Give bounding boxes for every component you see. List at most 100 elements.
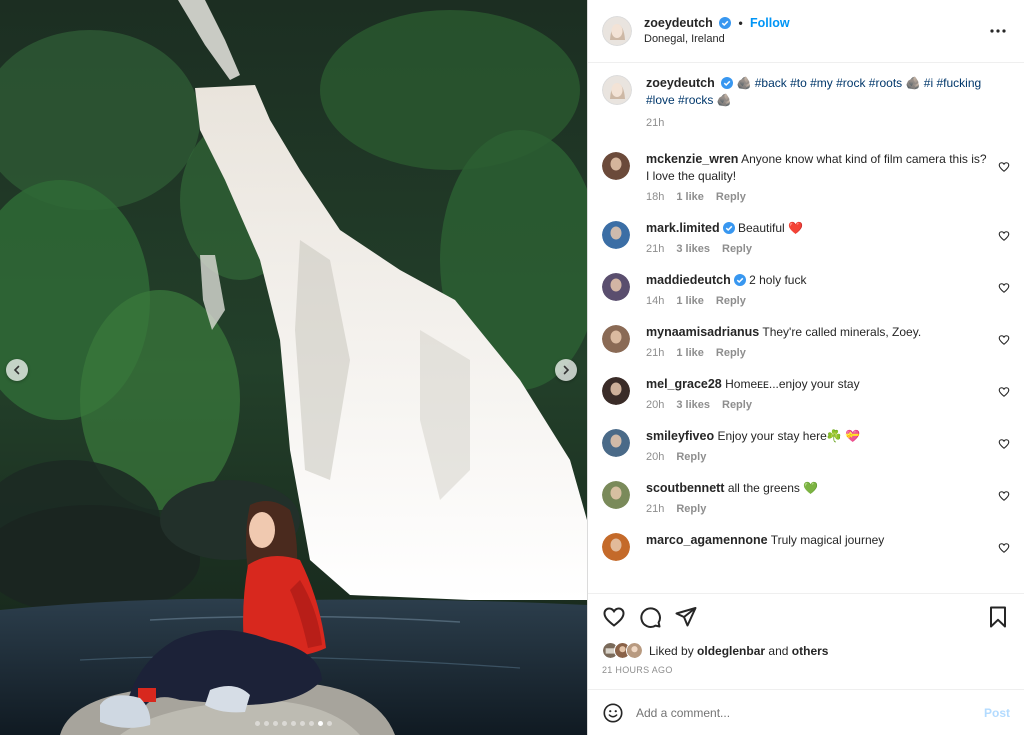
liker-username[interactable]: oldeglenbar [697, 644, 765, 658]
like-comment-heart-icon[interactable] [998, 282, 1010, 294]
comment-icon[interactable] [638, 605, 662, 629]
comment-likes[interactable]: 3 likes [676, 243, 710, 255]
verified-icon [722, 222, 735, 234]
commenter-username[interactable]: mynaamisadrianus [646, 325, 759, 339]
like-comment-heart-icon[interactable] [998, 230, 1010, 242]
author-username[interactable]: zoeydeutch [644, 16, 713, 30]
next-slide-button[interactable] [555, 359, 577, 381]
reply-button[interactable]: Reply [716, 295, 746, 307]
post-timestamp[interactable]: 21 HOURS AGO [602, 665, 1010, 675]
commenter-avatar[interactable] [602, 533, 630, 561]
share-icon[interactable] [674, 605, 698, 629]
commenter-avatar[interactable] [602, 377, 630, 405]
commenter-username[interactable]: mckenzie_wren [646, 152, 738, 166]
likes-summary: Liked by oldeglenbar and others [602, 642, 1010, 659]
previous-slide-button[interactable] [6, 359, 28, 381]
comment-text: Truly magical journey [770, 533, 885, 547]
caption-time[interactable]: 21h [646, 117, 664, 129]
caption-username[interactable]: zoeydeutch [646, 76, 715, 90]
chevron-right-icon [563, 365, 570, 375]
author-avatar[interactable] [602, 16, 632, 46]
comment-likes[interactable]: 1 like [676, 191, 704, 203]
waterfall-photo [0, 0, 587, 735]
post-media[interactable] [0, 0, 587, 735]
like-comment-heart-icon[interactable] [998, 386, 1010, 398]
comment-time[interactable]: 18h [646, 191, 664, 203]
comment-text: 2 holy fuck [749, 273, 807, 287]
comment-text: Beautiful ❤️ [737, 221, 803, 235]
commenter-username[interactable]: maddiedeutch [646, 273, 731, 287]
comment-text: Enjoy your stay here☘️ 💝 [717, 429, 861, 443]
carousel-dot [300, 721, 305, 726]
carousel-dot [264, 721, 269, 726]
commenter-avatar[interactable] [602, 221, 630, 249]
commenter-username[interactable]: mel_grace28 [646, 377, 722, 391]
likes-others-link[interactable]: others [792, 644, 829, 658]
commenter-avatar[interactable] [602, 152, 630, 180]
reply-button[interactable]: Reply [676, 503, 706, 515]
comment-text: Homeᴇᴇ...enjoy your stay [725, 377, 860, 391]
comment-time[interactable]: 21h [646, 347, 664, 359]
commenter-username[interactable]: scoutbennett [646, 481, 724, 495]
more-options-button[interactable] [986, 19, 1010, 43]
commenter-avatar[interactable] [602, 325, 630, 353]
comment-likes[interactable]: 3 likes [676, 399, 710, 411]
liker-avatar [626, 642, 643, 659]
like-comment-heart-icon[interactable] [998, 161, 1010, 173]
add-comment-bar: Post [588, 689, 1024, 735]
commenter-avatar[interactable] [602, 273, 630, 301]
comment-likes[interactable]: 1 like [676, 295, 704, 307]
reply-button[interactable]: Reply [716, 347, 746, 359]
post-location[interactable]: Donegal, Ireland [644, 31, 790, 47]
carousel-indicator [0, 721, 587, 726]
reply-button[interactable]: Reply [722, 243, 752, 255]
caption-avatar[interactable] [602, 75, 632, 105]
post-comment-button[interactable]: Post [984, 706, 1010, 720]
likes-prefix: Liked by [649, 643, 694, 658]
follow-button[interactable]: Follow [750, 16, 790, 30]
comment-input[interactable] [636, 705, 984, 720]
reply-button[interactable]: Reply [716, 191, 746, 203]
comment-time[interactable]: 14h [646, 295, 664, 307]
separator-dot: • [738, 16, 743, 30]
post-caption: zoeydeutch 🪨 #back #to #my #rock #roots … [602, 75, 1010, 129]
comment-row: mel_grace28 Homeᴇᴇ...enjoy your stay 20h 3… [602, 376, 1010, 411]
comment-time[interactable]: 20h [646, 399, 664, 411]
comment-likes[interactable]: 1 like [676, 347, 704, 359]
rock-emoji: 🪨 [716, 93, 732, 107]
comment-row: mynaamisadrianus They're called minerals… [602, 324, 1010, 359]
caption-hashtags[interactable]: #love #rocks [646, 93, 713, 107]
rock-emoji: 🪨 [736, 76, 752, 90]
commenter-username[interactable]: marco_agamennone [646, 533, 768, 547]
save-icon[interactable] [986, 605, 1010, 629]
caption-hashtags[interactable]: #back #to #my #rock #roots [755, 76, 902, 90]
heart-icon[interactable] [602, 605, 626, 629]
carousel-dot [309, 721, 314, 726]
carousel-dot [282, 721, 287, 726]
rock-emoji: 🪨 [905, 76, 921, 90]
like-comment-heart-icon[interactable] [998, 490, 1010, 502]
comment-time[interactable]: 20h [646, 451, 664, 463]
like-comment-heart-icon[interactable] [998, 542, 1010, 554]
post-actions: Liked by oldeglenbar and others 21 HOURS… [588, 593, 1024, 689]
comment-row: scoutbennett all the greens 💚 21h Reply [602, 480, 1010, 515]
comment-time[interactable]: 21h [646, 243, 664, 255]
commenter-avatar[interactable] [602, 481, 630, 509]
reply-button[interactable]: Reply [676, 451, 706, 463]
commenter-avatar[interactable] [602, 429, 630, 457]
like-comment-heart-icon[interactable] [998, 438, 1010, 450]
commenter-username[interactable]: smileyfiveo [646, 429, 714, 443]
comment-time[interactable]: 21h [646, 503, 664, 515]
comment-text: all the greens 💚 [727, 481, 819, 495]
commenter-username[interactable]: mark.limited [646, 221, 720, 235]
verified-icon [721, 77, 734, 89]
reply-button[interactable]: Reply [722, 399, 752, 411]
like-comment-heart-icon[interactable] [998, 334, 1010, 346]
likes-joiner: and [768, 643, 789, 658]
comments-list[interactable]: zoeydeutch 🪨 #back #to #my #rock #roots … [588, 63, 1024, 593]
comment-text: They're called minerals, Zoey. [762, 325, 922, 339]
emoji-icon[interactable] [602, 702, 624, 724]
caption-hashtags[interactable]: #i #fucking [924, 76, 981, 90]
post-details-panel: zoeydeutch • Follow Donegal, Ireland zoe… [587, 0, 1024, 735]
verified-icon [719, 17, 732, 29]
